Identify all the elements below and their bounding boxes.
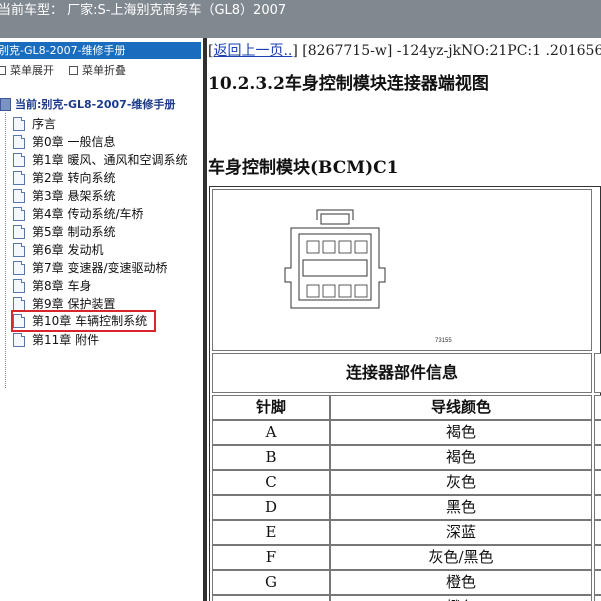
tree-item-chapter-4[interactable]: 第4章 传动系统/车桥 <box>13 205 144 223</box>
wire-color-cell: 黑色 <box>330 495 592 520</box>
table-overflow-column <box>594 495 601 520</box>
wire-color-cell: 褐色 <box>330 445 592 470</box>
wire-color-cell: 灰色/黑色 <box>330 545 592 570</box>
tree-item-chapter-8[interactable]: 第8章 车身 <box>13 277 91 295</box>
sidebar-header: 别克-GL8-2007-维修手册 <box>0 42 201 59</box>
current-vehicle-label: 当前车型： 厂家:S-上海别克商务车（GL8）2007 <box>0 3 287 18</box>
connector-end-view-illustration: 73155 <box>284 209 452 344</box>
title-bar: 当前车型： 厂家:S-上海别克商务车（GL8）2007 <box>0 0 601 38</box>
collapse-menu-button[interactable]: 菜单折叠 <box>69 62 126 78</box>
document-icon <box>13 296 25 311</box>
table-overflow-column <box>594 353 601 393</box>
pin-cell: D <box>212 495 330 520</box>
pin-cell: C <box>212 470 330 495</box>
content-pane: [返回上一页..] [8267715-w] -124yz-jkNO:21PC:1… <box>207 38 601 601</box>
document-icon <box>13 332 25 347</box>
table-overflow-column <box>594 445 601 470</box>
doc-breadcrumb: [返回上一页..] [8267715-w] -124yz-jkNO:21PC:1… <box>208 40 601 60</box>
wire-color-cell: 橙色 <box>330 595 592 601</box>
wire-color-column-header: 导线颜色 <box>330 395 592 420</box>
connector-info-header: 连接器部件信息 <box>212 353 592 393</box>
connector-info-table: 73155 连接器部件信息 针脚 导线颜色 A 褐色 B 褐色 C 灰色 D 黑色 E 深蓝 F 灰色/黑… <box>209 186 601 601</box>
manual-title: 别克-GL8-2007-维修手册 <box>0 44 126 57</box>
document-icon <box>13 206 25 221</box>
document-icon <box>13 134 25 149</box>
connector-pins <box>306 240 368 298</box>
pin-cell: B <box>212 445 330 470</box>
connector-pin-a <box>306 284 320 298</box>
table-overflow-column <box>594 545 601 570</box>
tree-item-chapter-3[interactable]: 第3章 悬架系统 <box>13 187 115 205</box>
document-icon <box>13 242 25 257</box>
wire-color-cell: 灰色 <box>330 470 592 495</box>
connector-pin-e <box>354 240 368 254</box>
tree-item-chapter-10[interactable]: 第10章 车辆控制系统 <box>10 310 157 332</box>
connector-title: 车身控制模块(BCM)C1 <box>208 158 399 178</box>
pin-cell: E <box>212 520 330 545</box>
tree-item-chapter-9[interactable]: 第9章 保护装置 <box>13 295 115 313</box>
collapse-icon <box>69 65 78 75</box>
doc-meta: ] [8267715-w] -124yz-jkNO:21PC:1 .201656… <box>292 43 601 59</box>
wire-color-cell: 深蓝 <box>330 520 592 545</box>
tree-item-chapter-11[interactable]: 第11章 附件 <box>13 331 99 349</box>
tree-item-chapter-7[interactable]: 第7章 变速器/变速驱动桥 <box>13 259 168 277</box>
table-overflow-column <box>594 595 601 601</box>
pin-cell: A <box>212 420 330 445</box>
book-icon <box>0 97 11 111</box>
wire-color-cell: 褐色 <box>330 420 592 445</box>
pin-cell: H <box>212 595 330 601</box>
document-icon <box>13 260 25 275</box>
tree-item-chapter-2[interactable]: 第2章 转向系统 <box>13 169 115 187</box>
expand-icon <box>0 65 6 75</box>
connector-diagram: 73155 <box>212 189 592 351</box>
connector-pin-f <box>338 240 352 254</box>
table-overflow-column <box>594 420 601 445</box>
expand-menu-button[interactable]: 菜单展开 <box>0 62 54 78</box>
sidebar: 别克-GL8-2007-维修手册 菜单展开 菜单折叠 当前:别克-GL8-200… <box>0 38 203 601</box>
document-icon <box>13 188 25 203</box>
pin-cell: G <box>212 570 330 595</box>
tree-item-preface[interactable]: 序言 <box>13 115 56 133</box>
back-link[interactable]: 返回上一页.. <box>213 43 292 59</box>
connector-pin-c <box>338 284 352 298</box>
document-icon <box>13 313 25 328</box>
table-overflow-column <box>594 470 601 495</box>
document-icon <box>13 116 25 131</box>
document-icon <box>13 224 25 239</box>
tree-root[interactable]: 当前:别克-GL8-2007-维修手册 <box>0 96 175 112</box>
connector-pin-d <box>354 284 368 298</box>
tree-item-chapter-0[interactable]: 第0章 一般信息 <box>13 133 115 151</box>
pin-column-header: 针脚 <box>212 395 330 420</box>
table-overflow-column <box>594 570 601 595</box>
document-icon <box>13 278 25 293</box>
document-icon <box>13 170 25 185</box>
tree-item-chapter-1[interactable]: 第1章 暖风、通风和空调系统 <box>13 151 187 169</box>
pin-cell: F <box>212 545 330 570</box>
wire-color-cell: 橙色 <box>330 570 592 595</box>
table-overflow-column <box>594 395 601 420</box>
section-title: 10.2.3.2车身控制模块连接器端视图 <box>208 74 489 94</box>
tree-item-chapter-5[interactable]: 第5章 制动系统 <box>13 223 115 241</box>
table-overflow-column <box>594 520 601 545</box>
figure-number: 73155 <box>435 338 452 344</box>
connector-pin-b <box>322 284 336 298</box>
connector-pin-h <box>306 240 320 254</box>
tree-item-chapter-6[interactable]: 第6章 发动机 <box>13 241 103 259</box>
connector-pin-g <box>322 240 336 254</box>
document-icon <box>13 152 25 167</box>
tree-connector <box>5 113 6 388</box>
